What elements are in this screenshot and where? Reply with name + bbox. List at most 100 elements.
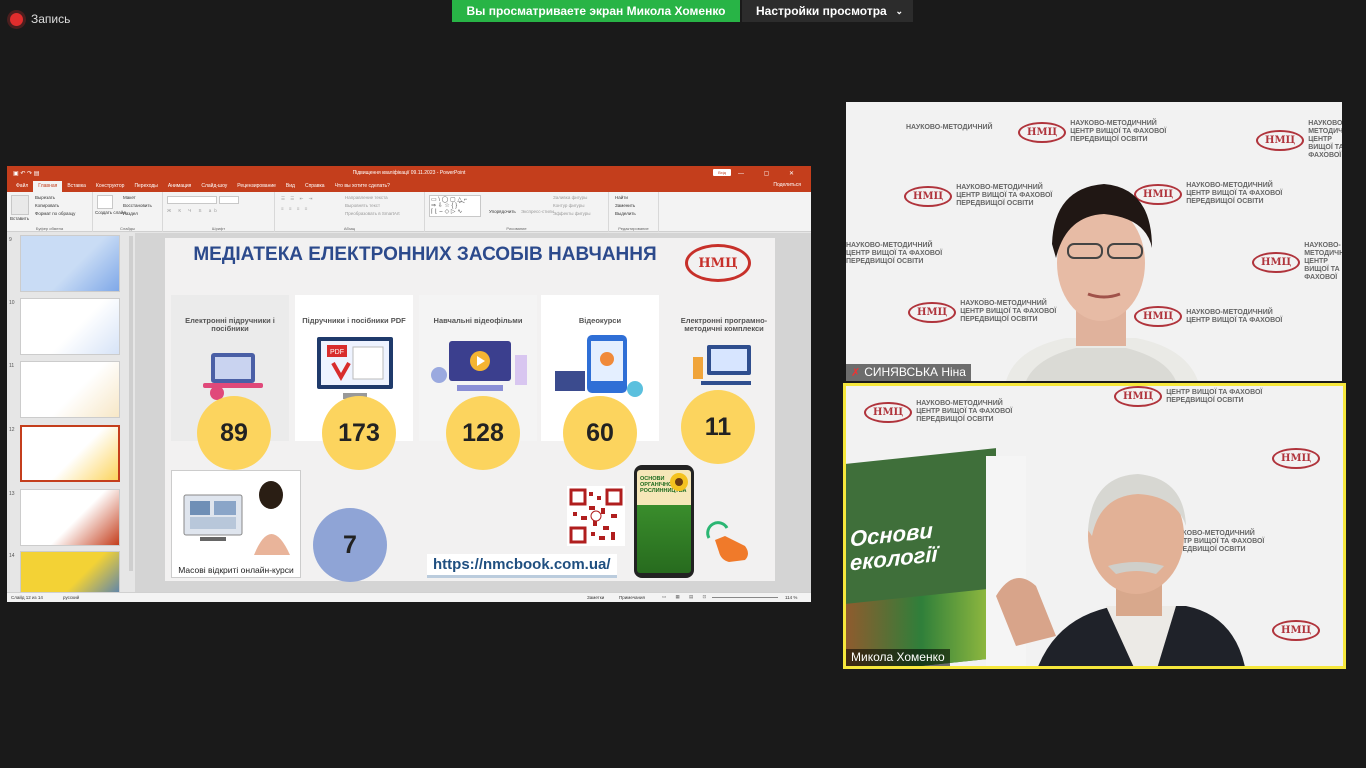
thumbnail-number: 9	[9, 237, 12, 243]
view-options-label: Настройки просмотра	[756, 4, 887, 18]
slide-thumbnail[interactable]	[20, 361, 120, 418]
pointing-hand-icon	[706, 521, 748, 562]
nmcbook-url-link[interactable]: https://nmcbook.com.ua/	[427, 554, 617, 578]
notes-button[interactable]: Заметки	[587, 595, 604, 600]
slide-thumbnail[interactable]	[20, 489, 120, 546]
paragraph-group-label: Абзац	[343, 226, 356, 231]
category-label: Підручники і посібники PDF	[302, 316, 406, 325]
ribbon-tabs: Файл Главная Вставка Конструктор Переходы Ани…	[7, 180, 811, 192]
ribbon-tab[interactable]: Файл	[11, 181, 33, 192]
drawing-group: ▭ \ ◯ ▢ △ ⌐ ⇒ ⇩ ☆ { } ⌒ ⌈ ⌊ ⌢ ◇ ▷ ∿ Упоряд…	[425, 192, 609, 232]
sign-in-button[interactable]: Вхід	[713, 169, 731, 176]
font-group-label: Шрифт	[211, 226, 226, 231]
ppt-quick-access-icons[interactable]: ▣ ↶ ↷ ▤	[13, 170, 39, 177]
zoom-meeting-window: Запись Вы просматриваете экран Микола Хо…	[0, 0, 1366, 768]
select-button[interactable]: Выделить	[615, 211, 636, 216]
view-options-button[interactable]: Настройки просмотра ⌄	[742, 0, 913, 22]
copy-button[interactable]: Копировать	[35, 203, 59, 208]
thumbnails-scrollbar[interactable]	[129, 236, 133, 571]
thumbnail-number: 11	[9, 363, 15, 369]
arrange-button[interactable]: Упорядочить	[489, 209, 516, 214]
category-label: Навчальні відеофільми	[433, 316, 523, 325]
category-label: Електронні програмно-методичні комплекси	[680, 316, 768, 333]
paragraph-group: ☰ ☰ ⇤ ⇥ ≡ ≡ ≡ ≡ Направление текста Выров…	[275, 192, 425, 232]
count-videos: 128	[446, 396, 520, 470]
zoom-level[interactable]: 114 %	[785, 595, 797, 600]
ribbon-tab[interactable]: Рецензирование	[232, 181, 281, 192]
layout-button[interactable]: Макет	[123, 195, 136, 200]
new-slide-icon[interactable]	[97, 195, 113, 209]
category-mooc: Масові відкриті онлайн-курси	[171, 470, 301, 578]
ribbon-tab[interactable]: Справка	[300, 181, 330, 192]
window-controls[interactable]: — ▢ ✕	[738, 170, 803, 177]
record-icon	[10, 12, 23, 26]
watermark-logo: НАУКОВО-МЕТОДИЧНИЙ	[906, 124, 993, 131]
share-button[interactable]: Поделиться	[773, 182, 801, 188]
ribbon-tab[interactable]: Анимация	[163, 181, 196, 192]
list-buttons[interactable]: ☰ ☰ ⇤ ⇥	[281, 196, 314, 202]
recording-label: Запись	[31, 12, 71, 26]
align-text-button[interactable]: Выровнять текст	[345, 203, 380, 208]
slide-thumbnail[interactable]	[20, 235, 120, 292]
shape-outline-button[interactable]: Контур фигуры	[553, 203, 584, 208]
replace-button[interactable]: Заменить	[615, 203, 635, 208]
thumbnail-number: 10	[9, 300, 15, 306]
ribbon-tab[interactable]: Конструктор	[91, 181, 130, 192]
nmc-logo: НМЦ	[685, 244, 751, 282]
slide-thumbnail[interactable]	[20, 298, 120, 355]
ribbon-tab[interactable]: Главная	[33, 181, 63, 192]
clipboard-group-label: Буфер обмена	[35, 226, 64, 231]
video-tile-khomenko[interactable]: НМЦ НАУКОВО-МЕТОДИЧНИЙ ЦЕНТР ВИЩОЇ ТА ФАХО…	[843, 383, 1346, 669]
new-slide-button[interactable]: Создать слайд	[95, 210, 126, 215]
comments-button[interactable]: Примечания	[619, 595, 645, 600]
language-indicator[interactable]: русский	[63, 595, 79, 600]
mooc-illustration-icon	[183, 481, 290, 555]
thumbnail-number: 13	[9, 491, 15, 497]
slide-thumbnail[interactable]	[20, 425, 120, 482]
sunflower-icon	[670, 473, 688, 491]
slide-thumbnails-pane: 9 10 11 12 13 14	[7, 233, 135, 602]
watermark-logo: НМЦНАУКОВО-МЕТОДИЧНИЙЦЕНТР ВИЩОЇ ТА ФАХО…	[1252, 242, 1342, 282]
count-ebooks: 89	[197, 396, 271, 470]
ribbon-tab[interactable]: Вид	[281, 181, 300, 192]
thumbnail-number: 12	[9, 427, 15, 433]
paste-icon[interactable]	[11, 195, 29, 215]
cut-button[interactable]: Вырезать	[35, 195, 55, 200]
smartart-button[interactable]: Преобразовать в SmartArt	[345, 211, 400, 216]
recording-indicator[interactable]: Запись	[10, 8, 70, 30]
font-name-select[interactable]	[167, 196, 217, 204]
thumbnail-number: 14	[9, 553, 15, 559]
ribbon-tab[interactable]: Вставка	[62, 181, 91, 192]
participant-name: СИНЯВСЬКА Ніна	[864, 365, 966, 379]
font-group: Ж К Ч S ab Шрифт	[163, 192, 275, 232]
shape-effects-button[interactable]: Эффекты фигуры	[553, 211, 591, 216]
slides-group: Создать слайд Макет Восстановить Раздел …	[93, 192, 163, 232]
text-direction-button[interactable]: Направление текста	[345, 195, 388, 200]
ribbon-tab[interactable]: Переходы	[129, 181, 162, 192]
viewing-screen-banner: Вы просматриваете экран Микола Хоменко	[452, 0, 740, 22]
video-tile-synyavska[interactable]: НАУКОВО-МЕТОДИЧНИЙ НМЦ НАУКОВО-МЕТОДИЧНИЙ…	[846, 102, 1342, 381]
video-illustration-icon	[431, 341, 527, 391]
format-painter-button[interactable]: Формат по образцу	[35, 211, 75, 216]
ribbon-tab[interactable]: Слайд-шоу	[196, 181, 232, 192]
book-cover-title: Основи екології	[850, 517, 938, 576]
slide-canvas: МЕДІАТЕКА ЕЛЕКТРОННИХ ЗАСОБІВ НАВЧАННЯ Н…	[165, 238, 775, 582]
shape-fill-button[interactable]: Заливка фигуры	[553, 195, 587, 200]
font-size-select[interactable]	[219, 196, 239, 204]
participant-video-khomenko	[996, 474, 1245, 666]
clipboard-group: Вставить Вырезать Копировать Формат по о…	[7, 192, 93, 232]
view-buttons[interactable]: ▭ ▦ ▤ ⊡	[662, 594, 710, 600]
quick-styles-button[interactable]: Экспресс-стили	[521, 209, 554, 214]
find-button[interactable]: Найти	[615, 195, 628, 200]
videocourse-illustration-icon	[555, 335, 643, 397]
paste-button[interactable]: Вставить	[10, 216, 29, 221]
mic-muted-icon: ✗	[851, 366, 861, 379]
reset-button[interactable]: Восстановить	[123, 203, 152, 208]
section-button[interactable]: Раздел	[123, 211, 138, 216]
font-format-buttons[interactable]: Ж К Ч S ab	[167, 208, 220, 213]
slide-counter: Слайд 12 из 14	[11, 595, 43, 600]
ribbon-tab[interactable]: Что вы хотите сделать?	[330, 181, 395, 192]
zoom-slider[interactable]	[712, 597, 778, 598]
align-buttons[interactable]: ≡ ≡ ≡ ≡	[281, 206, 309, 211]
shapes-gallery[interactable]: ▭ \ ◯ ▢ △ ⌐ ⇒ ⇩ ☆ { } ⌒ ⌈ ⌊ ⌢ ◇ ▷ ∿	[429, 195, 481, 217]
